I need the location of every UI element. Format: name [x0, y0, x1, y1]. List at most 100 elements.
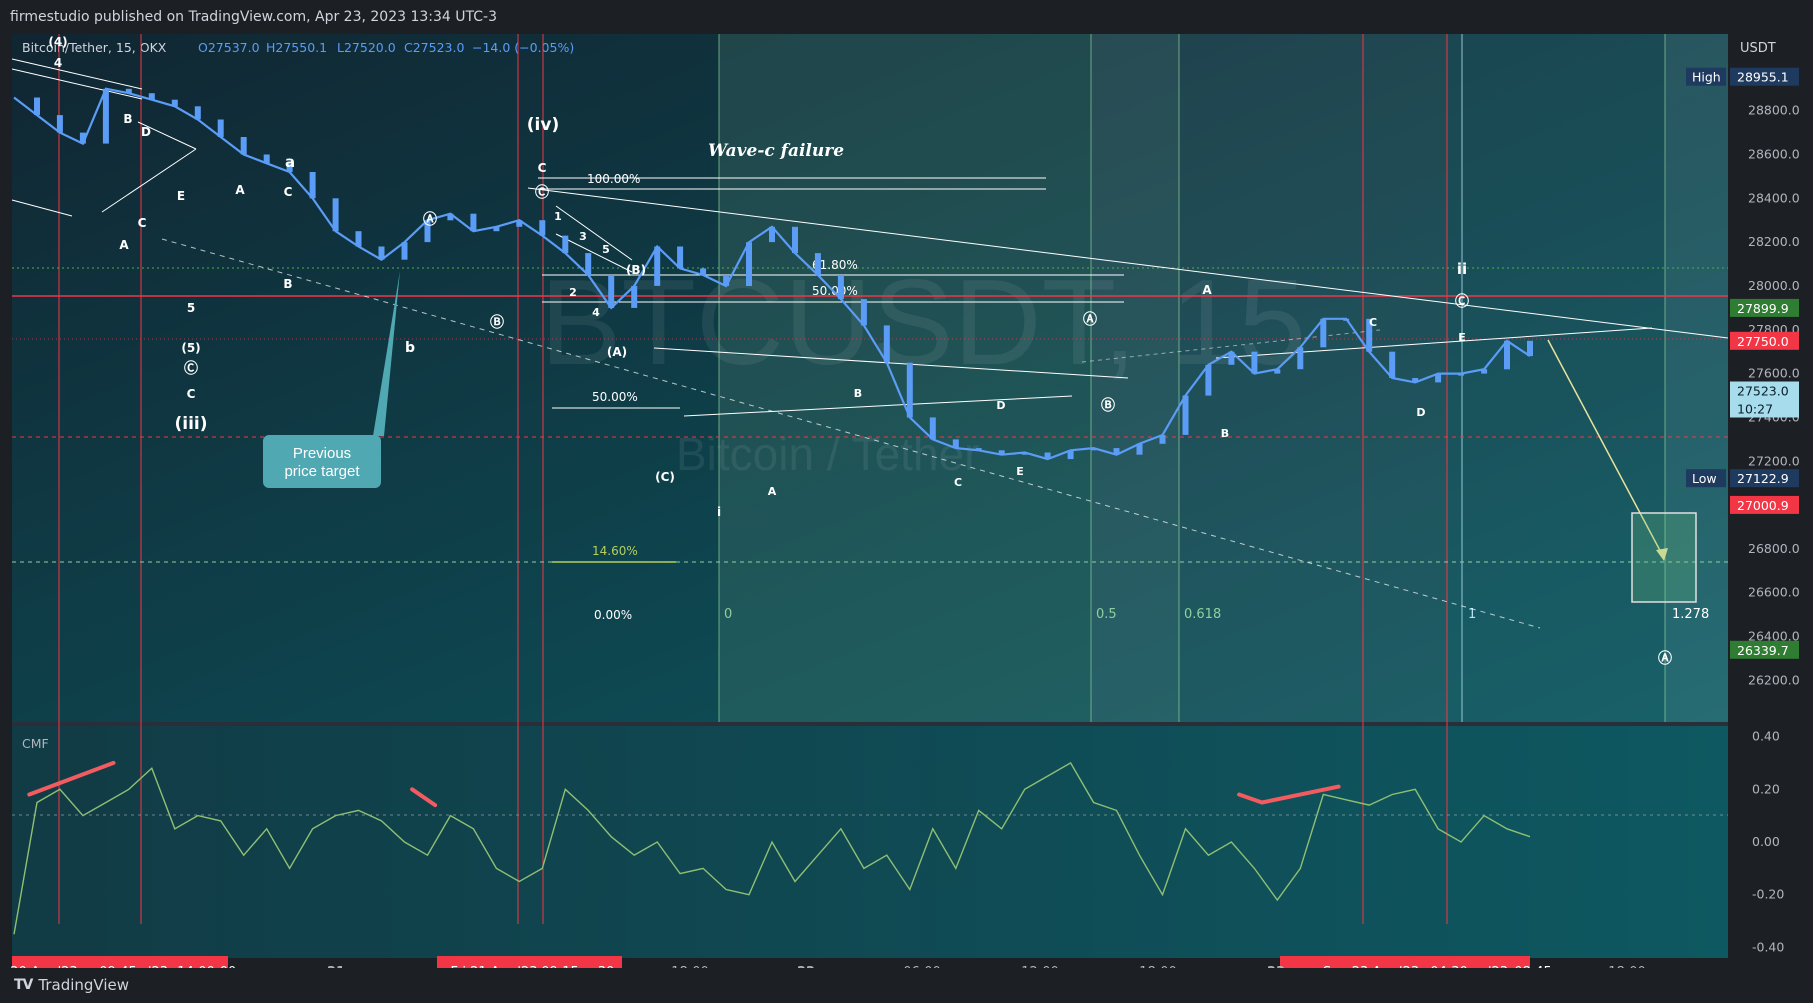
candle	[148, 93, 155, 100]
ohlc-open: O27537.0	[198, 40, 260, 55]
price-tick-label: 28600.0	[1748, 147, 1800, 162]
callout-line1: Previous	[293, 445, 351, 462]
candle	[332, 198, 339, 232]
wave-label: C	[284, 185, 293, 199]
candle	[929, 417, 936, 440]
wave-label: C	[954, 476, 962, 489]
chart-area[interactable]: BTCUSDT, 15 Bitcoin / Tether Bitcoin/Tet…	[0, 34, 1813, 969]
candle	[56, 115, 63, 133]
wave-label: A	[768, 485, 777, 498]
candle	[906, 362, 913, 418]
tradingview-brand[interactable]: TV TradingView	[14, 976, 129, 994]
cmf-tick-label: 0.20	[1752, 781, 1780, 796]
wave-label: E	[1458, 331, 1466, 344]
tradingview-logo-icon: TV	[14, 977, 33, 993]
ohlc-high: H27550.1	[266, 40, 327, 55]
cmf-title: CMF	[22, 736, 49, 751]
price-tag-value: 27122.9	[1737, 471, 1789, 486]
candle	[792, 226, 798, 254]
candle	[34, 97, 40, 115]
wave-label: (A)	[607, 345, 627, 359]
wave-label: D	[141, 125, 151, 139]
candle	[585, 253, 592, 275]
candle	[79, 132, 86, 144]
candle	[631, 286, 638, 308]
candle	[746, 242, 752, 286]
wave-label: i	[717, 505, 721, 519]
candle	[470, 213, 477, 232]
callout-line2: price target	[284, 463, 360, 480]
brand-text: TradingView	[38, 976, 130, 994]
candle	[1297, 347, 1304, 370]
fib-label: 100.00%	[587, 172, 640, 186]
price-tick-label: 26200.0	[1748, 672, 1800, 687]
candle	[769, 226, 775, 243]
candle	[562, 235, 569, 254]
fib-label: 0.00%	[594, 608, 632, 622]
chart-svg[interactable]: BTCUSDT, 15 Bitcoin / Tether Bitcoin/Tet…	[0, 34, 1813, 969]
candle	[217, 119, 224, 137]
wave-label: (iv)	[527, 115, 559, 135]
price-tag-value: 27750.0	[1737, 334, 1789, 349]
fib-label: 50.00%	[812, 284, 858, 298]
candle	[1481, 369, 1488, 374]
price-tag-value: 27899.9	[1737, 301, 1789, 316]
candle	[1458, 373, 1465, 376]
candle	[240, 137, 247, 155]
candle	[309, 172, 316, 199]
wave-c-failure-label: Wave-c failure	[708, 141, 844, 161]
candle	[1044, 452, 1051, 460]
wave-label: (5)	[181, 341, 200, 355]
price-tag-value: 10:27	[1737, 402, 1773, 417]
currency-label: USDT	[1740, 41, 1776, 56]
wave-label: C	[187, 387, 196, 401]
price-tag-value: 27523.0	[1737, 384, 1789, 399]
candle	[1205, 364, 1212, 396]
wave-label: B	[1221, 427, 1229, 440]
candle	[355, 231, 362, 247]
wave-label: (4)	[48, 35, 67, 49]
wave-label: 1	[554, 210, 562, 223]
wave-label: D	[996, 399, 1005, 412]
candle	[1527, 340, 1533, 357]
candle	[493, 226, 500, 232]
footer-bar: TV TradingView	[0, 968, 1813, 1003]
candle	[998, 450, 1005, 455]
candle	[194, 106, 201, 120]
wave-label: a	[285, 153, 295, 171]
fib-label: 50.00%	[592, 390, 638, 404]
candle	[1113, 448, 1120, 455]
time-fib-label: 0	[724, 607, 732, 622]
candle	[837, 275, 844, 300]
price-tick-label: 28000.0	[1748, 278, 1800, 293]
price-tick-label: 26600.0	[1748, 585, 1800, 600]
candle	[125, 88, 132, 94]
ohlc-change: −14.0 (−0.05%)	[472, 40, 574, 55]
wave-label: C	[1369, 316, 1377, 329]
wave-label: (iii)	[174, 414, 207, 434]
candle	[814, 253, 821, 275]
candle	[263, 154, 270, 164]
price-tag-name: High	[1692, 70, 1721, 85]
wave-label: Ⓑ	[1101, 397, 1115, 414]
candle	[1182, 395, 1189, 435]
candle	[1389, 351, 1396, 378]
candle	[952, 439, 959, 449]
candle	[723, 275, 730, 286]
candle	[1159, 435, 1166, 444]
cmf-tick-label: 0.00	[1752, 834, 1780, 849]
time-fib-label: 0.5	[1096, 607, 1117, 622]
wave-label: B	[283, 277, 292, 291]
wave-label: C	[538, 161, 547, 175]
price-tag-name: Low	[1692, 471, 1717, 486]
candle	[401, 242, 408, 260]
wave-label: E	[1016, 465, 1024, 478]
candle	[1274, 369, 1281, 374]
cmf-tick-label: 0.40	[1752, 729, 1780, 744]
wave-label: 5	[187, 301, 195, 315]
cmf-tick-label: -0.20	[1752, 887, 1784, 902]
wave-label: D	[1416, 406, 1425, 419]
cmf-pane-bg	[12, 726, 1728, 958]
time-fib-label: 1.278	[1672, 607, 1709, 622]
candle	[700, 268, 707, 275]
